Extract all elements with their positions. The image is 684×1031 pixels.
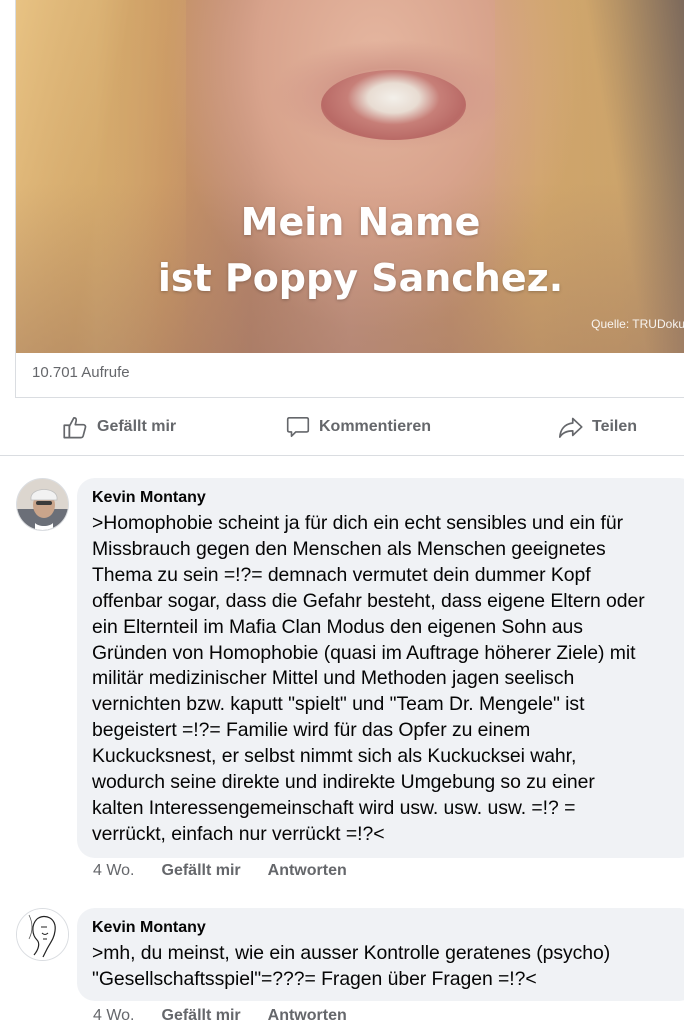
comment-like-button[interactable]: Gefällt mir <box>162 862 241 880</box>
comment-text: >mh, du meinst, wie ein ausser Kontrolle… <box>92 942 611 990</box>
share-button-label: Teilen <box>592 418 638 435</box>
video-player[interactable]: Mein Name ist Poppy Sanchez. Quelle: TRU… <box>16 0 684 353</box>
comment-bubble: Kevin Montany >mh, du meinst, wie ein au… <box>77 908 684 1001</box>
thumbs-up-icon <box>63 416 87 438</box>
comment-bubble: Kevin Montany >Homophobie scheint ja für… <box>77 478 684 858</box>
avatar[interactable] <box>16 908 69 961</box>
comment-reply-button[interactable]: Antworten <box>268 862 347 880</box>
avatar[interactable] <box>16 478 69 531</box>
video-still-mouth <box>321 70 466 140</box>
speech-bubble-icon <box>286 416 310 438</box>
comment-meta: 4 Wo. Gefällt mir Antworten <box>93 862 374 880</box>
post-action-bar: Gefällt mir Kommentieren Teilen <box>0 398 684 456</box>
comment-timestamp[interactable]: 4 Wo. <box>93 1007 135 1025</box>
avatar-sketch <box>17 909 68 960</box>
comment-reply-button[interactable]: Antworten <box>268 1007 347 1025</box>
comment-button-label: Kommentieren <box>319 418 432 435</box>
share-arrow-icon <box>558 417 583 438</box>
comment-author[interactable]: Kevin Montany <box>92 488 684 508</box>
comment-button[interactable]: Kommentieren <box>285 413 431 441</box>
like-button-label: Gefällt mir <box>97 418 177 435</box>
comment-text: >Homophobie scheint ja für dich ein echt… <box>92 512 645 845</box>
comment-like-button[interactable]: Gefällt mir <box>162 1007 241 1025</box>
comment-timestamp[interactable]: 4 Wo. <box>93 862 135 880</box>
video-post-card: Mein Name ist Poppy Sanchez. Quelle: TRU… <box>15 0 684 398</box>
avatar-photo <box>17 479 68 530</box>
comment-author[interactable]: Kevin Montany <box>92 918 684 938</box>
video-caption-line-2: ist Poppy Sanchez. <box>157 256 564 300</box>
share-button[interactable]: Teilen <box>557 413 637 441</box>
view-count: 10.701 Aufrufe <box>32 364 130 381</box>
video-source-label: Quelle: TRUDoku <box>591 317 684 331</box>
video-caption-line-1: Mein Name <box>240 200 481 244</box>
like-button[interactable]: Gefällt mir <box>62 413 176 441</box>
comment-meta: 4 Wo. Gefällt mir Antworten <box>93 1007 374 1025</box>
